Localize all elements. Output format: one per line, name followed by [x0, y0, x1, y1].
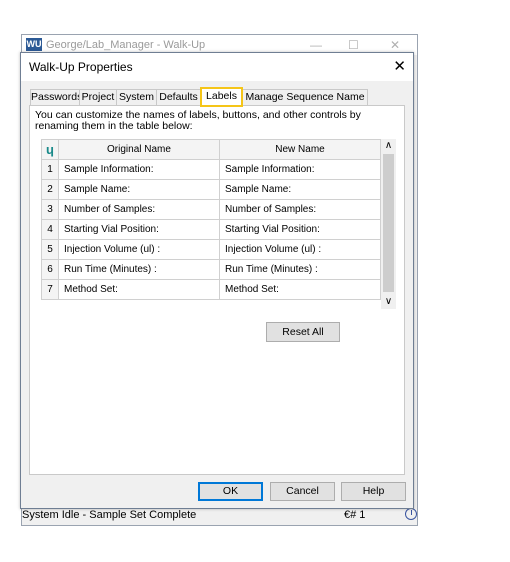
cancel-button[interactable]: Cancel: [270, 482, 335, 501]
original-name-cell: Number of Samples:: [58, 199, 220, 220]
table-row: 5 Injection Volume (ul) : Injection Volu…: [41, 239, 381, 260]
new-name-cell[interactable]: Sample Name:: [219, 179, 381, 200]
new-name-cell[interactable]: Number of Samples:: [219, 199, 381, 220]
row-number[interactable]: 6: [41, 259, 59, 280]
table-header-row: ɥ Original Name New Name: [41, 139, 381, 160]
original-name-cell: Injection Volume (ul) :: [58, 239, 220, 260]
column-header-original[interactable]: Original Name: [58, 139, 220, 160]
new-name-cell[interactable]: Run Time (Minutes) :: [219, 259, 381, 280]
column-header-new[interactable]: New Name: [219, 139, 381, 160]
dialog-titlebar: Walk-Up Properties ✕: [21, 53, 413, 81]
table-corner[interactable]: ɥ: [41, 139, 59, 160]
description-text: You can customize the names of labels, b…: [35, 109, 361, 132]
new-name-cell[interactable]: Method Set:: [219, 279, 381, 300]
table-row: 1 Sample Information: Sample Information…: [41, 159, 381, 180]
tab-passwords[interactable]: Passwords: [30, 89, 82, 106]
original-name-cell: Run Time (Minutes) :: [58, 259, 220, 280]
tab-labels[interactable]: Labels: [200, 87, 243, 107]
scroll-up-icon[interactable]: ∧: [381, 139, 396, 153]
select-all-icon: ɥ: [46, 142, 54, 157]
app-title: George/Lab_Manager - Walk-Up: [46, 39, 206, 51]
original-name-cell: Sample Name:: [58, 179, 220, 200]
clock-icon: [405, 508, 417, 520]
dialog-title: Walk-Up Properties: [29, 60, 133, 74]
tab-system[interactable]: System: [116, 89, 157, 106]
new-name-cell[interactable]: Sample Information:: [219, 159, 381, 180]
row-number[interactable]: 4: [41, 219, 59, 240]
tab-project[interactable]: Project: [79, 89, 117, 106]
table-row: 2 Sample Name: Sample Name:: [41, 179, 381, 200]
row-number[interactable]: 7: [41, 279, 59, 300]
minimize-icon[interactable]: —: [310, 38, 322, 52]
row-number[interactable]: 1: [41, 159, 59, 180]
status-text: System Idle - Sample Set Complete: [22, 509, 197, 521]
status-counter: €# 1: [344, 509, 366, 521]
original-name-cell: Method Set:: [58, 279, 220, 300]
table-row: 4 Starting Vial Position: Starting Vial …: [41, 219, 381, 240]
original-name-cell: Starting Vial Position:: [58, 219, 220, 240]
new-name-cell[interactable]: Starting Vial Position:: [219, 219, 381, 240]
app-icon: WU: [26, 38, 42, 51]
tab-manage-sequence-name[interactable]: Manage Sequence Name: [242, 89, 368, 106]
labels-table: ɥ Original Name New Name 1 Sample Inform…: [41, 139, 396, 313]
labels-panel: You can customize the names of labels, b…: [29, 105, 405, 475]
original-name-cell: Sample Information:: [58, 159, 220, 180]
maximize-icon[interactable]: ☐: [348, 38, 359, 52]
table-row: 6 Run Time (Minutes) : Run Time (Minutes…: [41, 259, 381, 280]
new-name-cell[interactable]: Injection Volume (ul) :: [219, 239, 381, 260]
row-number[interactable]: 2: [41, 179, 59, 200]
ok-button[interactable]: OK: [198, 482, 263, 501]
scroll-thumb[interactable]: [383, 154, 394, 292]
properties-dialog: Walk-Up Properties ✕ Passwords Project S…: [20, 52, 414, 509]
scroll-down-icon[interactable]: ∨: [381, 295, 396, 309]
row-number[interactable]: 3: [41, 199, 59, 220]
table-row: 7 Method Set: Method Set:: [41, 279, 381, 300]
help-button[interactable]: Help: [341, 482, 406, 501]
app-close-icon[interactable]: ✕: [390, 38, 400, 52]
reset-all-button[interactable]: Reset All: [266, 322, 340, 342]
close-icon[interactable]: ✕: [393, 57, 406, 75]
table-row: 3 Number of Samples: Number of Samples:: [41, 199, 381, 220]
table-scrollbar[interactable]: ∧ ∨: [381, 139, 396, 309]
tab-defaults[interactable]: Defaults: [156, 89, 201, 106]
row-number[interactable]: 5: [41, 239, 59, 260]
